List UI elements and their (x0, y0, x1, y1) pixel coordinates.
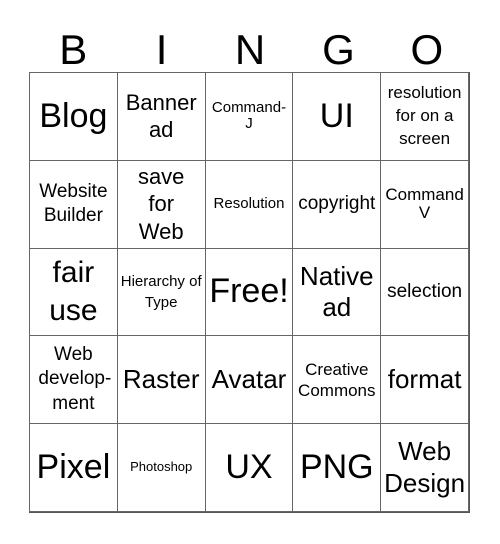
bingo-header: B I N G O (29, 26, 471, 74)
cell-text: selection (387, 280, 463, 302)
cell-text: Command V (385, 184, 464, 223)
bingo-cell[interactable]: resolution for on a screen (380, 72, 469, 161)
header-letter-b: B (59, 26, 88, 73)
bingo-cell[interactable]: Native ad (292, 247, 382, 337)
bingo-grid: Blog Banner ad Command-J UI resolution f… (29, 72, 470, 513)
bingo-cell[interactable]: Command-J (204, 72, 294, 161)
header-letter-n: N (234, 26, 266, 73)
bingo-cell[interactable]: Resolution (204, 159, 294, 249)
cell-text: Avatar (211, 364, 287, 395)
bingo-cell[interactable]: selection (380, 247, 469, 337)
cell-text: fair use (49, 256, 98, 327)
free-space[interactable]: Free! (204, 247, 294, 337)
bingo-cell[interactable]: Website Builder (29, 159, 118, 249)
cell-text: Command-J (211, 98, 287, 133)
header-letter-i: I (155, 26, 168, 73)
bingo-cell[interactable]: copyright (292, 159, 382, 249)
bingo-cell[interactable]: Avatar (204, 335, 294, 425)
bingo-cell[interactable]: format (380, 335, 469, 425)
cell-text: copyright (298, 192, 376, 214)
cell-text: Pixel (36, 447, 111, 486)
bingo-cell[interactable]: Pixel (29, 423, 118, 512)
cell-text: UX (225, 447, 273, 486)
cell-text: Hierarchy of Type (120, 272, 202, 311)
cell-text: Web develop-ment (38, 343, 112, 415)
cell-text: format (387, 364, 462, 395)
header-letter-g: G (322, 26, 355, 73)
cell-text: Banner ad (125, 89, 197, 143)
bingo-cell[interactable]: save for Web (116, 159, 206, 249)
cell-text: Resolution (213, 194, 285, 212)
cell-text: Creative Commons (298, 359, 376, 400)
bingo-cell[interactable]: Raster (116, 335, 206, 425)
cell-text: Native ad (299, 260, 374, 322)
cell-text: Raster (122, 364, 200, 395)
bingo-cell[interactable]: PNG (292, 423, 382, 512)
cell-text: Blog (39, 96, 108, 135)
bingo-cell[interactable]: Hierarchy of Type (116, 247, 206, 337)
bingo-cell[interactable]: Web Design (380, 423, 469, 512)
cell-text: PNG (299, 447, 374, 486)
bingo-cell[interactable]: UI (292, 72, 382, 161)
bingo-cell[interactable]: UX (204, 423, 294, 512)
bingo-cell[interactable]: Photoshop (116, 423, 206, 512)
bingo-cell[interactable]: fair use (29, 247, 118, 337)
cell-text: Free! (209, 272, 289, 311)
bingo-cell[interactable]: Command V (380, 159, 469, 249)
bingo-cell[interactable]: Creative Commons (292, 335, 382, 425)
bingo-cell[interactable]: Web develop-ment (29, 335, 118, 425)
cell-text: Web Design (384, 436, 466, 498)
cell-text: UI (319, 96, 354, 135)
cell-text: Photoshop (130, 459, 193, 475)
bingo-cell[interactable]: Blog (29, 72, 118, 161)
bingo-cell[interactable]: Banner ad (116, 72, 206, 161)
cell-text: resolution for on a screen (387, 82, 462, 148)
cell-text: Website Builder (39, 180, 108, 227)
header-letter-o: O (410, 26, 444, 73)
cell-text: save for Web (137, 163, 185, 244)
